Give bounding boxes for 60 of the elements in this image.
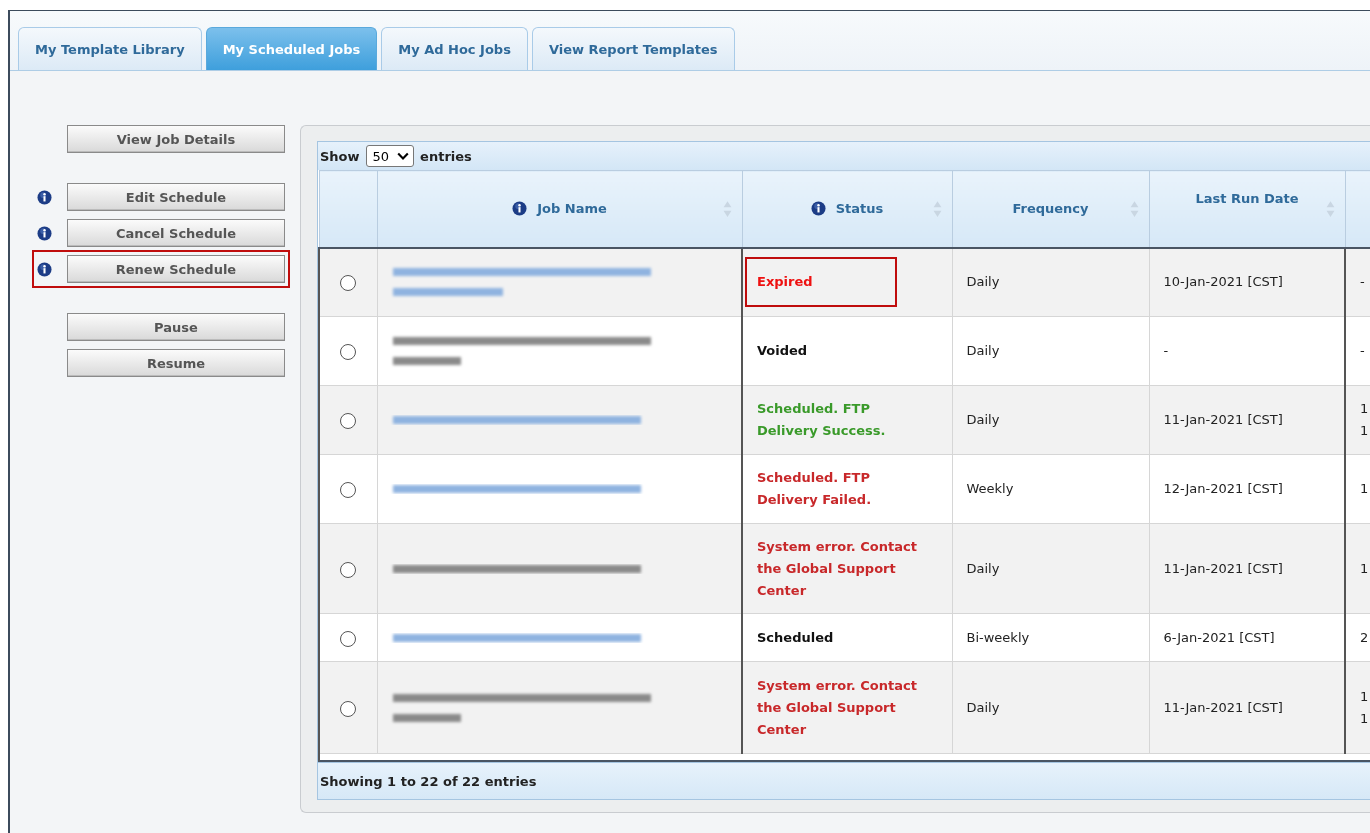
status-text: Scheduled. FTP Delivery Failed.: [757, 469, 873, 509]
info-icon[interactable]: [37, 189, 52, 205]
table-cell-text: -: [1360, 342, 1366, 360]
info-icon[interactable]: [512, 201, 528, 217]
column-header[interactable]: Status: [742, 170, 952, 248]
status-text: Scheduled. FTP Delivery Success.: [757, 400, 887, 440]
radio-button[interactable]: [340, 275, 357, 292]
chevron-icon[interactable]: [397, 152, 410, 160]
entries-select[interactable]: 50: [365, 145, 415, 167]
table-cell-text: 1: [1360, 480, 1370, 498]
table-cell-text: 10-Jan-2021 [CST]: [1163, 273, 1284, 292]
action-button[interactable]: Edit Schedule: [67, 183, 285, 211]
table-cell-text: -: [1163, 342, 1170, 360]
table-cell-text: 2: [1360, 628, 1370, 647]
table-cell-text: 1: [1360, 709, 1370, 728]
action-button[interactable]: Renew Schedule: [67, 255, 285, 283]
radio-button[interactable]: [340, 700, 357, 717]
table-cell-text: 1: [1360, 559, 1370, 578]
info-icon[interactable]: [37, 261, 52, 277]
action-button[interactable]: Cancel Schedule: [67, 219, 285, 247]
radio-button[interactable]: [340, 344, 357, 360]
status-text: System error. Contact the Global Support Center: [757, 676, 918, 739]
entries-label: entries: [420, 148, 472, 164]
table-cell-text: 1: [1360, 400, 1370, 418]
entries-info: Showing 1 to 22 of 22 entries: [320, 773, 537, 789]
table-cell-text: Daily: [966, 342, 1001, 360]
table-cell-text: 12-Jan-2021 [CST]: [1163, 480, 1284, 498]
table-cell-text: 1: [1360, 422, 1370, 440]
status-text: Scheduled: [757, 628, 835, 647]
action-button[interactable]: View Job Details: [67, 125, 285, 153]
status-text: Expired: [747, 259, 895, 306]
radio-button[interactable]: [340, 630, 357, 647]
table-cell-text: Daily: [966, 698, 1001, 717]
table-cell-text: 1: [1360, 687, 1370, 706]
table-cell-text: Bi-weekly: [966, 628, 1031, 647]
table-cell-text: 6-Jan-2021 [CST]: [1163, 628, 1276, 647]
column-header[interactable]: Job Name: [377, 170, 742, 248]
column-header[interactable]: Frequency: [952, 170, 1149, 248]
table-cell-text: Weekly: [966, 480, 1015, 498]
action-button[interactable]: Pause: [67, 313, 285, 341]
tab[interactable]: My Template Library: [18, 27, 202, 70]
radio-button[interactable]: [340, 482, 357, 498]
table-cell-text: Daily: [966, 411, 1001, 429]
table-cell-text: 11-Jan-2021 [CST]: [1163, 411, 1284, 429]
radio-button[interactable]: [340, 413, 357, 429]
tab[interactable]: My Ad Hoc Jobs: [381, 27, 528, 70]
show-label: Show: [320, 148, 360, 164]
info-icon[interactable]: [810, 201, 826, 217]
table-cell-text: Daily: [966, 559, 1001, 578]
table-cell-text: Daily: [966, 273, 1001, 292]
table-cell-text: 11-Jan-2021 [CST]: [1163, 559, 1284, 578]
tab[interactable]: View Report Templates: [531, 27, 735, 70]
action-button[interactable]: Resume: [67, 349, 285, 377]
info-icon[interactable]: [37, 225, 52, 241]
column-header[interactable]: Last Run Date: [1149, 170, 1345, 248]
table-cell-text: 11-Jan-2021 [CST]: [1163, 698, 1284, 717]
table-cell-text: -: [1360, 273, 1366, 292]
radio-button[interactable]: [340, 561, 357, 578]
status-text: System error. Contact the Global Support Center: [757, 537, 918, 600]
status-text: Voided: [757, 342, 809, 360]
